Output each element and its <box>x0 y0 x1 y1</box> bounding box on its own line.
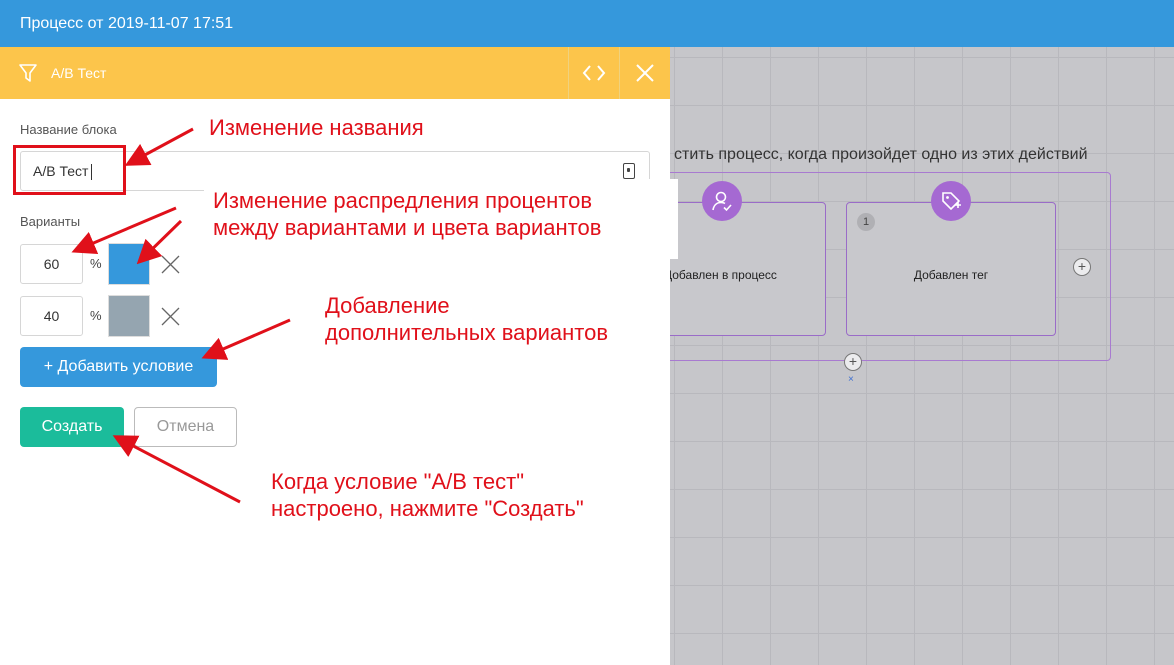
cancel-button[interactable]: Отмена <box>134 407 237 447</box>
trigger-node-tag-added[interactable]: 1 Добавлен тег <box>846 181 1056 336</box>
app-topbar: Процесс от 2019-11-07 17:51 <box>0 0 1174 47</box>
process-title: Процесс от 2019-11-07 17:51 <box>20 15 234 32</box>
close-icon <box>161 307 180 326</box>
add-next-step-button[interactable]: + <box>844 353 862 371</box>
variable-insert-icon[interactable] <box>623 163 635 179</box>
code-view-button[interactable] <box>568 47 619 99</box>
annotation-create-hint: Когда условие "А/В тест" настроено, нажм… <box>271 469 584 521</box>
variant-2-percent-input[interactable]: 40 <box>20 296 83 336</box>
percent-sign: % <box>90 256 102 271</box>
remove-step-button[interactable]: × <box>848 374 854 385</box>
node-label: Добавлен в процесс <box>664 268 777 282</box>
remove-variant-1-button[interactable] <box>161 255 180 274</box>
annotation-rename: Изменение названия <box>209 115 424 140</box>
user-check-icon <box>702 181 742 221</box>
remove-variant-2-button[interactable] <box>161 307 180 326</box>
variant-1-color-swatch[interactable] <box>108 243 150 285</box>
block-name-label: Название блока <box>20 122 117 137</box>
close-panel-button[interactable] <box>619 47 670 99</box>
node-label: Добавлен тег <box>913 268 989 282</box>
variant-1-percent-input[interactable]: 60 <box>20 244 83 284</box>
filter-icon <box>18 63 38 88</box>
node-count-badge: 1 <box>857 213 875 231</box>
panel-header: А/В Тест <box>0 47 670 99</box>
trigger-heading: стить процесс, когда произойдет одно из … <box>674 146 1088 163</box>
annotation-add-variants: Добавление дополнительных вариантов <box>325 293 609 345</box>
close-icon <box>636 64 654 82</box>
create-button[interactable]: Создать <box>20 407 124 447</box>
variants-label: Варианты <box>20 214 81 229</box>
highlight-box <box>13 145 126 195</box>
add-trigger-button[interactable]: + <box>1073 258 1091 276</box>
add-condition-button[interactable]: + Добавить условие <box>20 347 217 387</box>
code-icon <box>582 65 606 81</box>
percent-sign: % <box>90 308 102 323</box>
annotation-distribution: Изменение распредления процентов между в… <box>204 179 678 259</box>
close-icon <box>161 255 180 274</box>
tag-plus-icon <box>931 181 971 221</box>
panel-title: А/В Тест <box>51 65 107 81</box>
variant-2-color-swatch[interactable] <box>108 295 150 337</box>
